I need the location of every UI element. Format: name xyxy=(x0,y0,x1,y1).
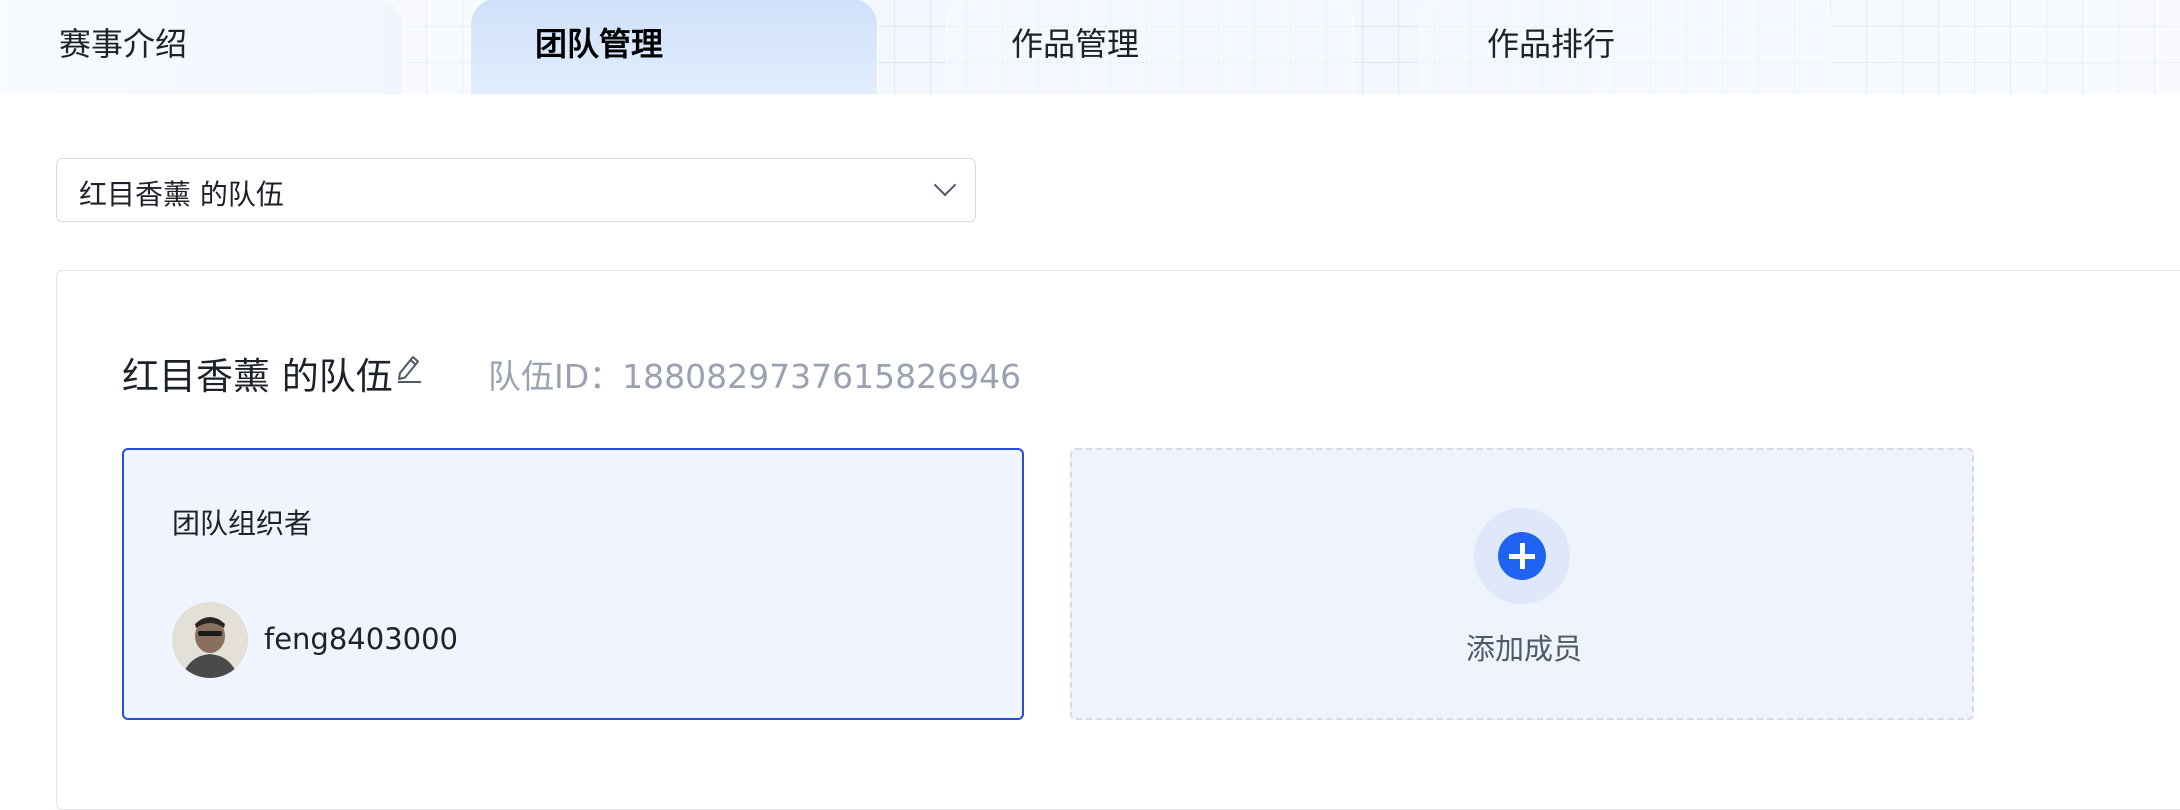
tab-label: 赛事介绍 xyxy=(59,25,188,63)
team-id: 队伍ID：1880829737615826946 xyxy=(488,350,1021,398)
member-username: feng8403000 xyxy=(264,622,458,656)
team-select-value: 红目香薰 的队伍 xyxy=(79,178,284,211)
chevron-down-icon xyxy=(933,173,957,197)
tab-works-ranking[interactable]: 作品排行 xyxy=(1420,0,1832,94)
plus-icon[interactable] xyxy=(1498,532,1546,580)
tab-label: 团队管理 xyxy=(535,25,664,63)
member-card[interactable] xyxy=(122,448,1024,720)
tab-works-management[interactable]: 作品管理 xyxy=(946,0,1354,94)
edit-icon[interactable] xyxy=(394,352,424,384)
add-member-label: 添加成员 xyxy=(1466,632,1583,666)
team-select-dropdown[interactable]: 红目香薰 的队伍 xyxy=(56,158,976,222)
team-id-value: 1880829737615826946 xyxy=(622,357,1022,396)
tab-label: 作品排行 xyxy=(1487,25,1616,63)
avatar xyxy=(172,602,248,678)
member-role: 团队组织者 xyxy=(172,507,313,540)
team-title: 红目香薰 的队伍 xyxy=(122,355,393,398)
tab-label: 作品管理 xyxy=(1011,25,1140,63)
tab-competition-intro[interactable]: 赛事介绍 xyxy=(0,0,404,94)
team-id-label: 队伍ID： xyxy=(488,357,623,396)
top-tab-bar: 赛事介绍 团队管理 作品管理 作品排行 xyxy=(0,0,2180,94)
tab-team-management[interactable]: 团队管理 xyxy=(470,0,878,94)
